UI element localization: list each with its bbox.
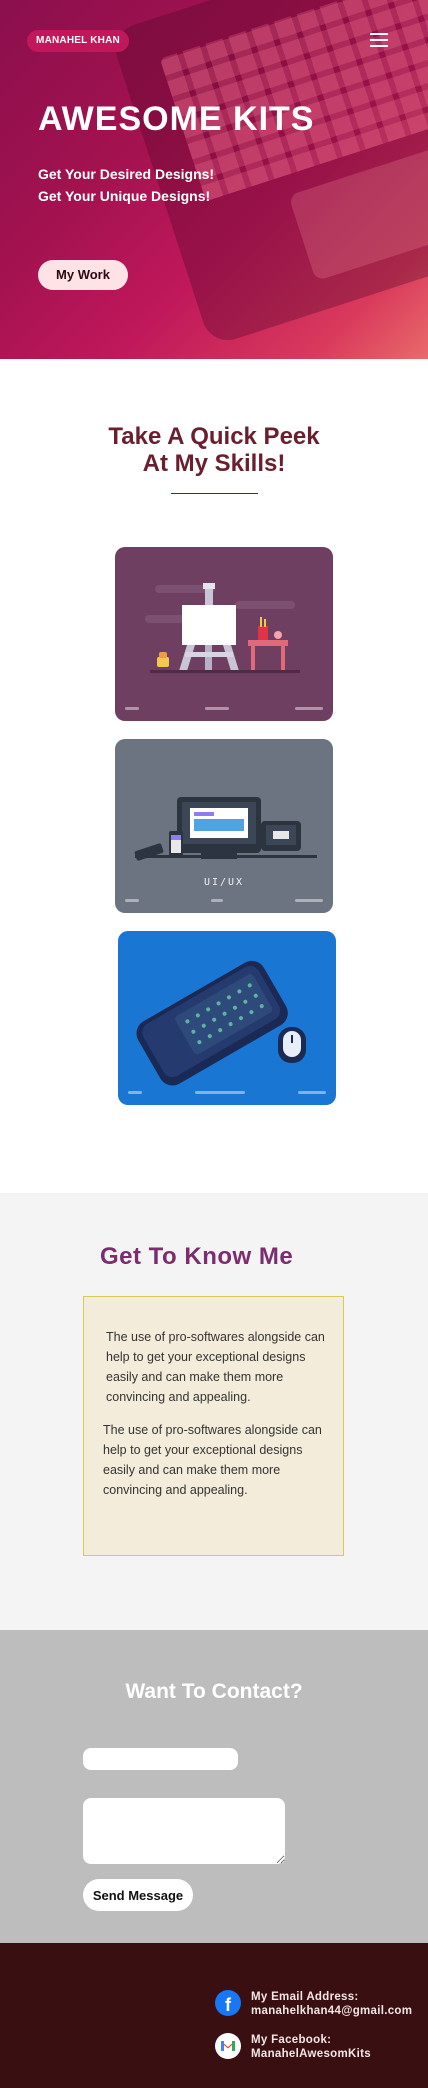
- send-message-button[interactable]: Send Message: [83, 1879, 193, 1911]
- footer: f My Email Address: manahelkhan44@gmail.…: [0, 1943, 428, 2088]
- facebook-value[interactable]: ManahelAwesomKits: [251, 2047, 371, 2061]
- contact-section: Want To Contact? Send Message: [0, 1630, 428, 1943]
- card-footer: [125, 707, 323, 715]
- hero-subtitle-2: Get Your Unique Designs!: [38, 188, 211, 204]
- facebook-info: My Facebook: ManahelAwesomKits: [251, 2033, 371, 2061]
- brand-logo[interactable]: MANAHEL KHAN: [27, 30, 129, 52]
- about-text-box: The use of pro-softwares alongside can h…: [83, 1296, 344, 1556]
- about-paragraph-2: The use of pro-softwares alongside can h…: [103, 1423, 322, 1497]
- facebook-icon[interactable]: f: [215, 1990, 241, 2016]
- contact-message-textarea[interactable]: [83, 1798, 285, 1864]
- skill-card-ui-ux[interactable]: UI/UX: [115, 739, 333, 913]
- 3d-design-artwork: [136, 960, 306, 1086]
- about-section: Get To Know Me The use of pro-softwares …: [0, 1193, 428, 1630]
- hero-section: MANAHEL KHAN AWESOME KITS Get Your Desir…: [0, 0, 428, 359]
- about-heading: Get To Know Me: [100, 1243, 294, 1270]
- email-value[interactable]: manahelkhan44@gmail.com: [251, 2004, 412, 2018]
- skills-heading: Take A Quick Peek At My Skills!: [0, 423, 428, 477]
- illustration-artwork: [145, 583, 300, 673]
- hero-subtitle-1: Get Your Desired Designs!: [38, 166, 215, 182]
- hamburger-menu-icon[interactable]: [370, 33, 388, 47]
- gmail-icon[interactable]: [215, 2033, 241, 2059]
- card-footer: [128, 1091, 326, 1099]
- about-paragraph-1: The use of pro-softwares alongside can h…: [106, 1330, 325, 1404]
- heading-underline: [171, 493, 258, 494]
- card-footer: [125, 899, 323, 907]
- skills-heading-line-2: At My Skills!: [142, 450, 286, 477]
- facebook-label: My Facebook:: [251, 2034, 332, 2046]
- skills-heading-line-1: Take A Quick Peek: [108, 423, 320, 450]
- contact-heading: Want To Contact?: [125, 1680, 303, 1703]
- my-work-button[interactable]: My Work: [38, 260, 128, 290]
- skill-card-illustration[interactable]: [115, 547, 333, 721]
- hero-title: AWESOME KITS: [38, 100, 315, 138]
- email-label: My Email Address:: [251, 1991, 359, 2003]
- email-info: My Email Address: manahelkhan44@gmail.co…: [251, 1990, 412, 2018]
- ui-ux-card-label: UI/UX: [203, 877, 245, 888]
- contact-name-input[interactable]: [83, 1748, 238, 1770]
- skill-card-3d-design[interactable]: [118, 931, 336, 1105]
